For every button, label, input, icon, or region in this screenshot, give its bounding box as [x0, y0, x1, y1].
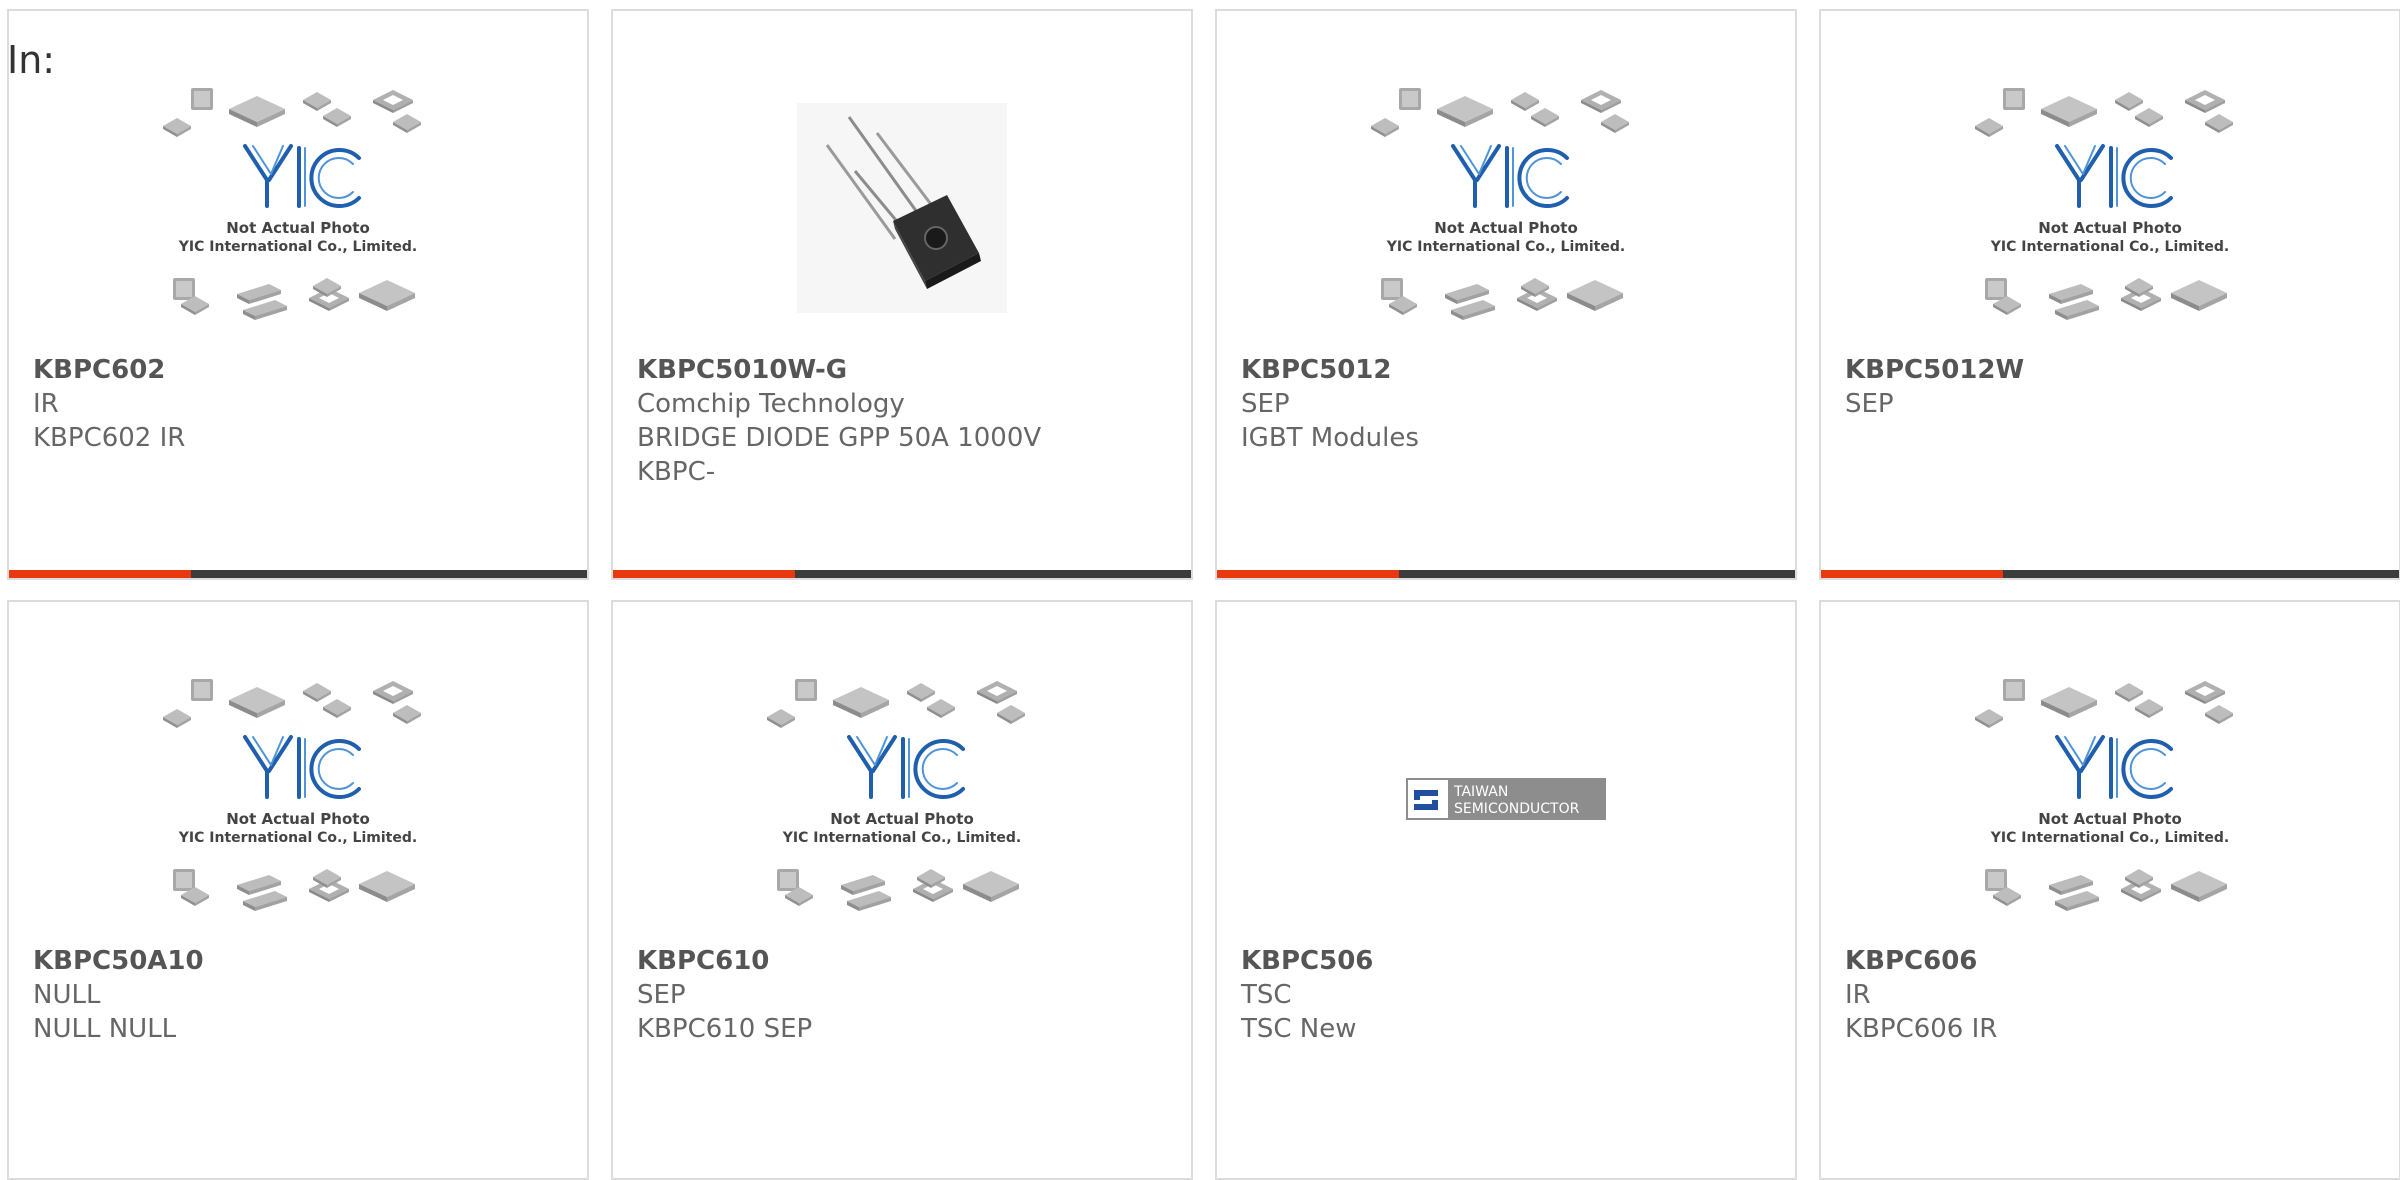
svg-text:Not Actual Photo: Not Actual Photo [830, 810, 974, 828]
description: NULL NULL [33, 1014, 177, 1044]
manufacturer: SEP [1241, 389, 1290, 419]
svg-text:YIC International Co., Limited: YIC International Co., Limited. [1990, 239, 2229, 255]
svg-text:YIC International Co., Limited: YIC International Co., Limited. [1990, 830, 2229, 846]
part-number-link[interactable]: KBPC5012 [1241, 353, 1775, 387]
product-card[interactable]: Not Actual Photo YIC International Co., … [7, 600, 589, 1180]
product-card[interactable]: Not Actual Photo YIC International Co., … [611, 600, 1193, 1180]
yic-placeholder-image: Not Actual Photo YIC International Co., … [9, 63, 587, 353]
svg-text:YIC International Co., Limited: YIC International Co., Limited. [178, 239, 417, 255]
description: KBPC610 SEP [637, 1014, 813, 1044]
manufacturer: NULL [33, 980, 101, 1010]
svg-text:Not Actual Photo: Not Actual Photo [226, 810, 370, 828]
yic-placeholder-image: Not Actual Photo YIC International Co., … [1821, 654, 2399, 944]
card-bottom-bar [613, 570, 1191, 578]
svg-text:SEMICONDUCTOR: SEMICONDUCTOR [1454, 801, 1580, 817]
description: KBPC606 IR [1845, 1014, 1998, 1044]
product-card[interactable]: Not Actual Photo YIC International Co., … [1215, 9, 1797, 580]
card-bottom-bar [1821, 570, 2399, 578]
yic-placeholder-image: Not Actual Photo YIC International Co., … [613, 654, 1191, 944]
part-number-link[interactable]: KBPC5012W [1845, 353, 2379, 387]
yic-placeholder-image: Not Actual Photo YIC International Co., … [9, 654, 587, 944]
svg-text:YIC International Co., Limited: YIC International Co., Limited. [782, 830, 1021, 846]
product-card[interactable]: Not Actual Photo YIC International Co., … [1819, 9, 2400, 580]
svg-text:Not Actual Photo: Not Actual Photo [2038, 219, 2182, 237]
manufacturer: TSC [1241, 980, 1292, 1010]
manufacturer: SEP [637, 980, 686, 1010]
description: TSC New [1241, 1014, 1357, 1044]
part-number-link[interactable]: KBPC506 [1241, 944, 1775, 978]
part-number-link[interactable]: KBPC610 [637, 944, 1171, 978]
product-card[interactable]: TAIWAN SEMICONDUCTOR KBPC506 TSC TSC New [1215, 600, 1797, 1180]
part-number-link[interactable]: KBPC606 [1845, 944, 2379, 978]
svg-text:Not Actual Photo: Not Actual Photo [226, 219, 370, 237]
taiwan-semiconductor-logo: TAIWAN SEMICONDUCTOR [1217, 654, 1795, 944]
yic-placeholder-image: Not Actual Photo YIC International Co., … [1217, 63, 1795, 353]
svg-text:Not Actual Photo: Not Actual Photo [2038, 810, 2182, 828]
description: KBPC602 IR [33, 423, 186, 453]
product-card[interactable]: Not Actual Photo YIC International Co., … [1819, 600, 2400, 1180]
manufacturer: Comchip Technology [637, 389, 905, 419]
manufacturer: IR [33, 389, 59, 419]
part-number-link[interactable]: KBPC50A10 [33, 944, 567, 978]
part-number-link[interactable]: KBPC602 [33, 353, 567, 387]
description: BRIDGE DIODE GPP 50A 1000V [637, 423, 1042, 453]
svg-text:YIC International Co., Limited: YIC International Co., Limited. [178, 830, 417, 846]
description: IGBT Modules [1241, 423, 1419, 453]
svg-text:TAIWAN: TAIWAN [1453, 784, 1508, 800]
svg-text:Not Actual Photo: Not Actual Photo [1434, 219, 1578, 237]
in-label: In: [7, 38, 56, 82]
card-bottom-bar [1217, 570, 1795, 578]
yic-placeholder-image: Not Actual Photo YIC International Co., … [1821, 63, 2399, 353]
product-card[interactable]: Not Actual Photo YIC International Co., … [7, 9, 589, 580]
part-number-link[interactable]: KBPC5010W-G [637, 353, 1171, 387]
manufacturer: IR [1845, 980, 1871, 1010]
bridge-rectifier-photo [613, 63, 1191, 353]
svg-text:YIC International Co., Limited: YIC International Co., Limited. [1386, 239, 1625, 255]
product-card[interactable]: KBPC5010W-G Comchip Technology BRIDGE DI… [611, 9, 1193, 580]
card-bottom-bar [9, 570, 587, 578]
manufacturer: SEP [1845, 389, 1894, 419]
description-continued: KBPC- [637, 457, 716, 487]
